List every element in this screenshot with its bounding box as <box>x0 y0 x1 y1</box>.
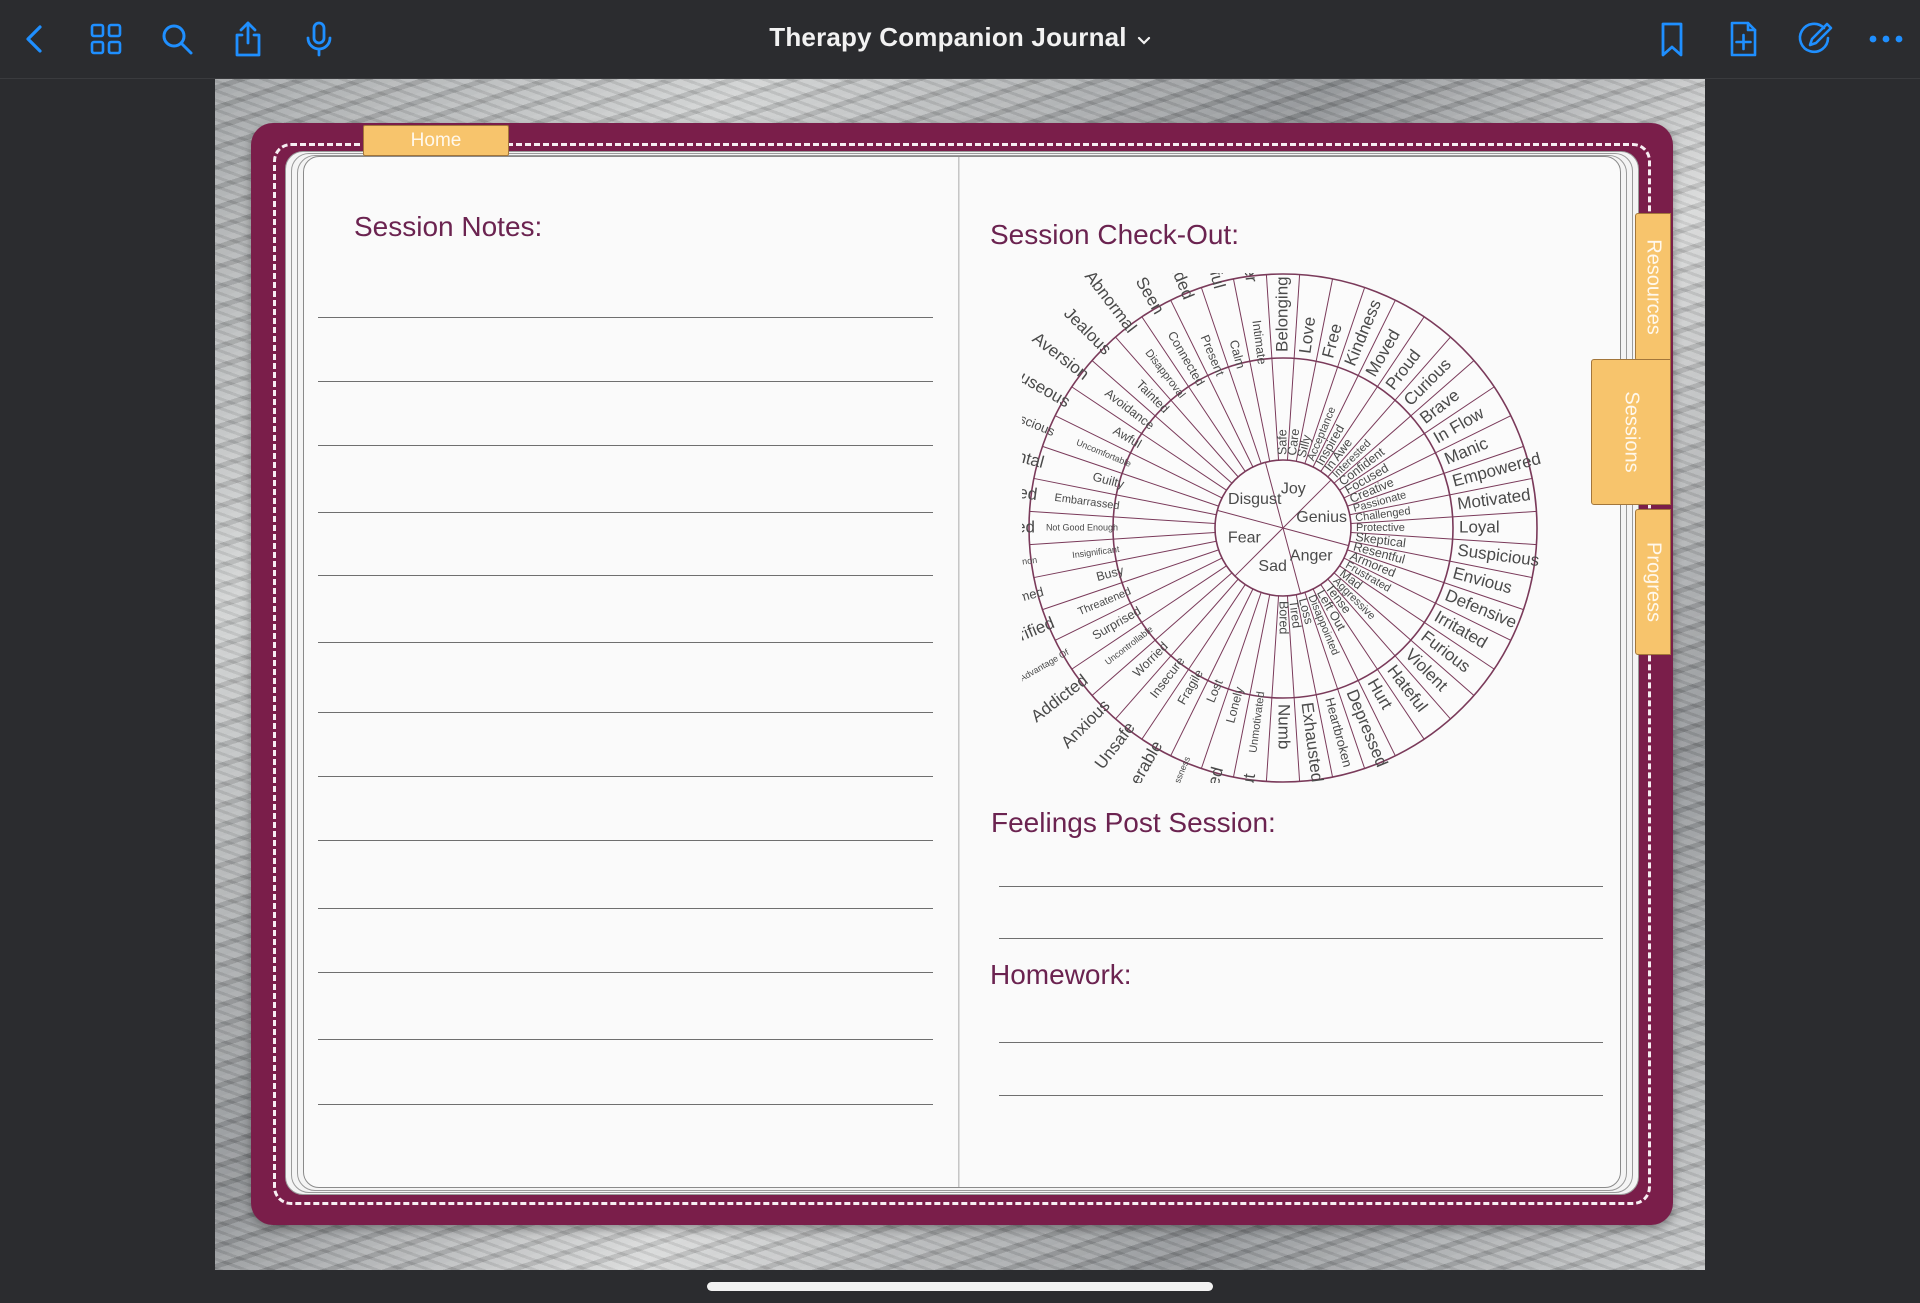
notes-line[interactable] <box>318 445 933 446</box>
home-indicator <box>707 1282 1213 1291</box>
add-page-icon[interactable] <box>1723 19 1763 59</box>
wheel-core-label[interactable]: Genius <box>1296 509 1347 526</box>
wheel-core-label[interactable]: Anger <box>1290 548 1333 565</box>
notes-line[interactable] <box>318 512 933 513</box>
homework-line[interactable] <box>999 1095 1603 1096</box>
tab-resources[interactable]: Resources <box>1635 213 1671 361</box>
notes-line[interactable] <box>318 381 933 382</box>
wheel-emotion-label[interactable]: Numb <box>1275 704 1294 749</box>
notes-line[interactable] <box>318 776 933 777</box>
notes-line[interactable] <box>318 972 933 973</box>
notes-line[interactable] <box>318 712 933 713</box>
session-notes-heading: Session Notes: <box>354 211 543 242</box>
feelings-line[interactable] <box>999 886 1603 887</box>
notes-line[interactable] <box>318 575 933 576</box>
chevron-down-icon <box>1137 24 1151 55</box>
more-icon[interactable] <box>1866 19 1906 59</box>
feelings-post-session-heading: Feelings Post Session: <box>991 807 1276 838</box>
tab-resources-label: Resources <box>1642 239 1665 335</box>
document-title[interactable]: Therapy Companion Journal <box>0 22 1920 55</box>
tab-sessions-label: Sessions <box>1620 391 1643 473</box>
notes-line[interactable] <box>318 840 933 841</box>
wheel-emotion-label[interactable]: Loyal <box>1459 517 1500 536</box>
tab-progress[interactable]: Progress <box>1635 509 1671 655</box>
wheel-emotion-label[interactable]: Purposelessness <box>1157 755 1193 783</box>
notes-line[interactable] <box>318 642 933 643</box>
feelings-line[interactable] <box>999 938 1603 939</box>
homework-heading: Homework: <box>990 959 1132 990</box>
wheel-emotion-label[interactable]: Not Good Enough <box>1046 522 1118 532</box>
top-toolbar: Therapy Companion Journal <box>0 0 1920 79</box>
wheel-emotion-label[interactable]: Belonging <box>1272 276 1291 352</box>
wheel-emotion-label[interactable]: Seen <box>1132 274 1168 318</box>
pencil-circle-icon[interactable] <box>1794 19 1834 59</box>
tab-sessions[interactable]: Sessions <box>1591 359 1671 505</box>
tab-home[interactable]: Home <box>363 125 509 156</box>
wheel-emotion-label[interactable]: Bored <box>1277 601 1291 634</box>
notes-line[interactable] <box>318 317 933 318</box>
notes-line[interactable] <box>318 1039 933 1040</box>
wheel-emotion-label[interactable]: Unsafe <box>1091 718 1139 772</box>
document-title-label: Therapy Companion Journal <box>769 22 1127 52</box>
homework-line[interactable] <box>999 1042 1603 1043</box>
wheel-core-label[interactable]: Sad <box>1258 558 1286 575</box>
wheel-emotion-label[interactable]: Ashamed <box>1022 517 1035 536</box>
wheel-core-label[interactable]: Disgust <box>1228 491 1282 508</box>
wheel-core-label[interactable]: Joy <box>1281 481 1306 498</box>
tab-home-label: Home <box>410 130 462 151</box>
wheel-core-label[interactable]: Fear <box>1228 530 1262 547</box>
notes-line[interactable] <box>318 1104 933 1105</box>
feelings-wheel[interactable]: Belonging Love FreeKindnessMovedProudCurio… <box>1022 273 1544 783</box>
session-checkout-heading: Session Check-Out: <box>990 219 1239 250</box>
tab-progress-label: Progress <box>1642 541 1665 623</box>
page-spine <box>958 157 960 1187</box>
bookmark-icon[interactable] <box>1652 19 1692 59</box>
notes-line[interactable] <box>318 908 933 909</box>
